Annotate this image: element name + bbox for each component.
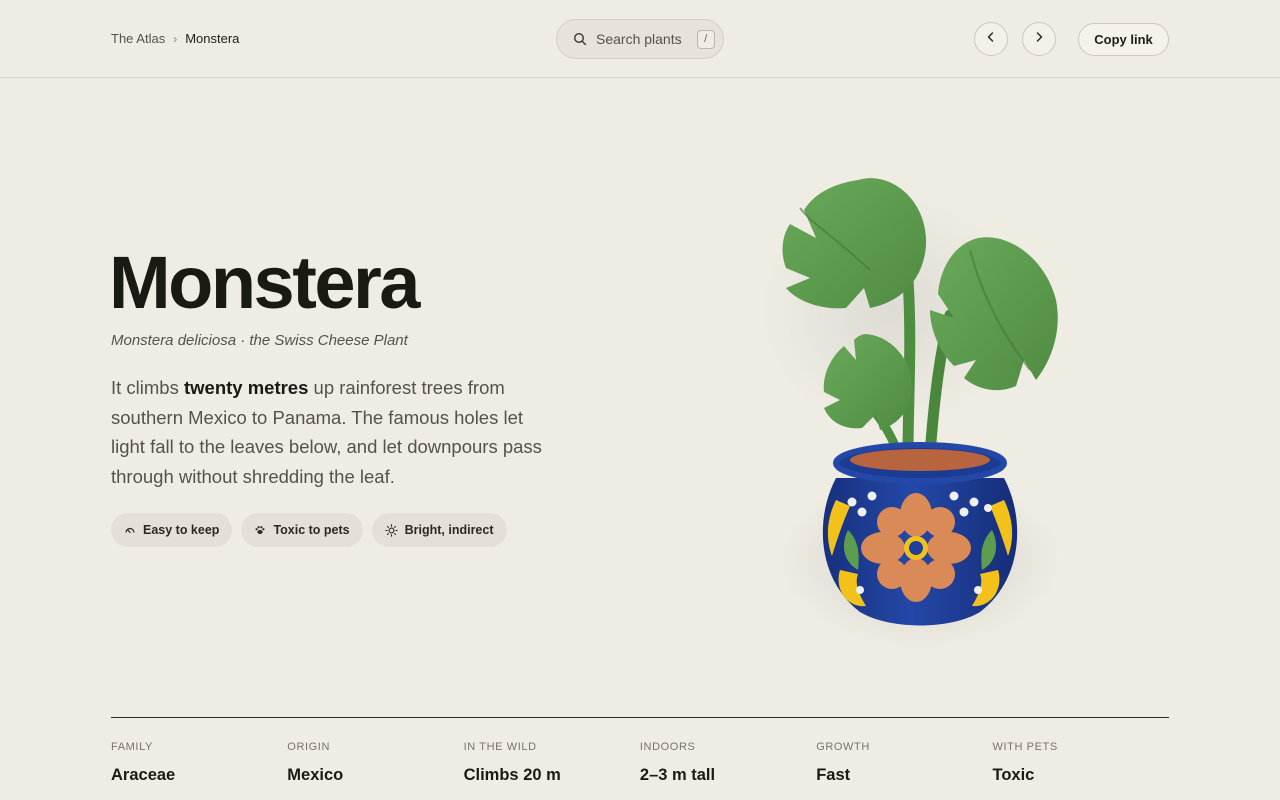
fact-indoors: Indoors 2–3 m tall <box>640 741 816 785</box>
tag-easy-to-keep: Easy to keep <box>111 513 233 547</box>
stats-divider <box>111 717 1169 718</box>
gauge-icon <box>124 524 136 536</box>
fact-with-pets: With pets Toxic <box>992 741 1168 785</box>
fact-growth: Growth Fast <box>816 741 992 785</box>
fact-value: Fast <box>816 766 851 784</box>
breadcrumb-current: Monstera <box>185 31 240 46</box>
tag-label: Toxic to pets <box>273 523 350 537</box>
fact-family: Family Araceae <box>111 741 287 785</box>
top-bar: The Atlas › Monstera Search plants / Cop… <box>0 0 1280 78</box>
search-input[interactable]: Search plants / <box>556 19 724 59</box>
description-highlight: twenty metres <box>183 377 309 398</box>
copy-link-button[interactable]: Copy link <box>1078 23 1169 56</box>
fact-in-the-wild: In the wild Climbs 20 m <box>464 741 640 785</box>
fact-value: Mexico <box>287 766 344 784</box>
fact-label: Origin <box>287 741 331 753</box>
breadcrumb-root-link[interactable]: The Atlas <box>111 31 165 46</box>
breadcrumb-separator: › <box>173 31 178 46</box>
description-text-start: It climbs <box>111 377 184 398</box>
tag-toxic-to-pets: Toxic to pets <box>241 513 363 547</box>
tag-bright-indirect: Bright, indirect <box>371 513 507 547</box>
plant-facts: Family Araceae Origin Mexico In the wild… <box>111 741 1169 785</box>
tag-label: Bright, indirect <box>404 523 494 537</box>
care-tags: Easy to keep Toxic to pets Bright, indir… <box>111 513 507 547</box>
breadcrumb: The Atlas › Monstera <box>111 31 239 46</box>
monstera-pot-illustration <box>760 178 1060 650</box>
search-placeholder: Search plants <box>596 31 682 47</box>
plant-description: It climbs twenty metres up rainforest tr… <box>111 373 551 491</box>
scientific-name: Monstera deliciosa · the Swiss Cheese Pl… <box>111 332 408 349</box>
fact-value: Toxic <box>992 766 1035 784</box>
fact-value: Araceae <box>111 766 176 784</box>
fact-label: Growth <box>816 741 870 753</box>
previous-plant-button[interactable] <box>974 22 1008 56</box>
search-icon <box>573 32 587 46</box>
chevron-left-icon <box>985 30 997 48</box>
fact-label: Indoors <box>639 741 696 753</box>
paw-icon <box>254 524 266 536</box>
page-title: Monstera <box>109 241 420 324</box>
fact-value: Climbs 20 m <box>463 766 561 784</box>
fact-value: 2–3 m tall <box>639 766 716 784</box>
search-shortcut-key: / <box>696 29 715 49</box>
next-plant-button[interactable] <box>1022 22 1056 56</box>
tag-label: Easy to keep <box>143 523 220 537</box>
pot <box>822 442 1018 626</box>
leaf-top-left <box>782 178 927 309</box>
fact-label: In the wild <box>463 741 537 753</box>
fact-label: Family <box>111 741 153 753</box>
fact-origin: Origin Mexico <box>287 741 463 785</box>
chevron-right-icon <box>1033 30 1045 48</box>
sun-icon <box>384 523 398 537</box>
fact-label: With pets <box>992 741 1058 753</box>
